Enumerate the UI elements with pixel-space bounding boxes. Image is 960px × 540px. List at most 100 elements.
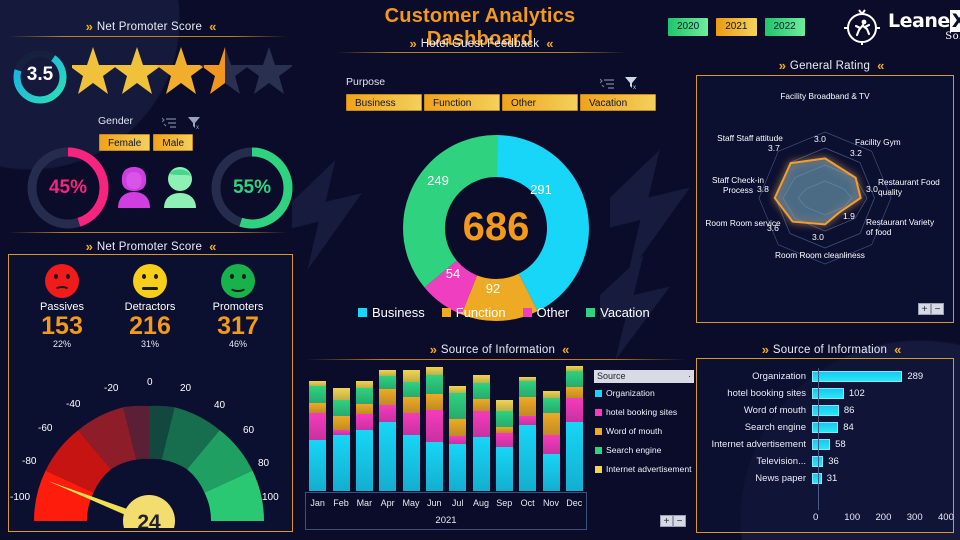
- bar[interactable]: [812, 439, 831, 450]
- stacked-bar-segment[interactable]: [309, 439, 327, 491]
- stacked-bar-segment[interactable]: [449, 435, 467, 445]
- stacked-bar-segment[interactable]: [332, 434, 350, 491]
- stacked-bar-segment[interactable]: [542, 412, 560, 435]
- stacked-bar-column[interactable]: [309, 380, 327, 491]
- stacked-bar-segment[interactable]: [402, 369, 420, 382]
- bar[interactable]: [812, 388, 844, 399]
- legend-item-other[interactable]: Other: [522, 305, 569, 320]
- stacked-bar-segment[interactable]: [332, 416, 350, 430]
- stacked-bar-segment[interactable]: [402, 381, 420, 397]
- stacked-bar-segment[interactable]: [542, 390, 560, 398]
- zoom-out-button[interactable]: −: [931, 303, 944, 315]
- stacked-bar-segment[interactable]: [472, 399, 490, 412]
- stacked-bar-segment[interactable]: [565, 370, 583, 387]
- stacked-bar-segment[interactable]: [309, 412, 327, 440]
- legend-item[interactable]: Internet advertisement: [595, 464, 695, 474]
- bar[interactable]: [812, 422, 839, 433]
- purpose-button-vacation[interactable]: Vacation: [580, 94, 656, 111]
- stacked-bar-segment[interactable]: [472, 374, 490, 384]
- legend-item-function[interactable]: Function: [441, 305, 506, 320]
- legend-item[interactable]: Search engine: [595, 445, 695, 455]
- stacked-bar-segment[interactable]: [355, 413, 373, 430]
- stacked-bar-segment[interactable]: [379, 375, 397, 390]
- year-filter[interactable]: 2020 2021 2022: [668, 18, 805, 36]
- stacked-bar-segment[interactable]: [379, 422, 397, 491]
- stacked-bar-segment[interactable]: [332, 400, 350, 417]
- stacked-bar-column[interactable]: [519, 377, 537, 491]
- stacked-bar-segment[interactable]: [332, 388, 350, 401]
- stacked-bar-column[interactable]: [332, 388, 350, 491]
- stacked-bar-column[interactable]: [449, 385, 467, 491]
- stacked-bar-segment[interactable]: [495, 400, 513, 412]
- stacked-bar-segment[interactable]: [542, 454, 560, 491]
- stacked-bar-segment[interactable]: [519, 416, 537, 425]
- purpose-button-business[interactable]: Business: [346, 94, 422, 111]
- stacked-bar-segment[interactable]: [355, 388, 373, 405]
- stacked-bar-column[interactable]: [472, 374, 490, 491]
- filter-list-icon[interactable]: [600, 78, 616, 90]
- stacked-bar-segment[interactable]: [495, 446, 513, 491]
- year-button-2021[interactable]: 2021: [716, 18, 757, 36]
- stacked-bar-segment[interactable]: [542, 434, 560, 455]
- stacked-bar-segment[interactable]: [519, 396, 537, 417]
- stacked-bar-segment[interactable]: [402, 434, 420, 491]
- horizontal-bar-row[interactable]: hotel booking sites 102: [700, 385, 950, 402]
- stacked-bar-segment[interactable]: [565, 397, 583, 423]
- horizontal-bar-row[interactable]: Television... 36: [700, 453, 950, 470]
- stacked-bar-column[interactable]: [565, 366, 583, 491]
- stacked-bar-segment[interactable]: [425, 394, 443, 411]
- funnel-clear-icon[interactable]: x: [625, 76, 639, 89]
- stacked-bar-segment[interactable]: [495, 411, 513, 428]
- legend-item-vacation[interactable]: Vacation: [586, 305, 650, 320]
- stacked-bar-segment[interactable]: [309, 385, 327, 403]
- stacked-bar-segment[interactable]: [472, 437, 490, 491]
- stacked-bar-segment[interactable]: [355, 429, 373, 491]
- stacked-bar-segment[interactable]: [355, 380, 373, 389]
- horizontal-bar-row[interactable]: Search engine 84: [700, 419, 950, 436]
- stacked-bar-column[interactable]: [425, 367, 443, 491]
- stacked-bar-segment[interactable]: [449, 418, 467, 436]
- stacked-bar-segment[interactable]: [449, 392, 467, 419]
- purpose-button-other[interactable]: Other: [502, 94, 578, 111]
- stacked-bar-segment[interactable]: [542, 397, 560, 413]
- legend-item[interactable]: hotel booking sites: [595, 407, 695, 417]
- legend-item[interactable]: Word of mouth: [595, 426, 695, 436]
- stacked-bar-segment[interactable]: [472, 383, 490, 400]
- gender-button-male[interactable]: Male: [153, 134, 194, 151]
- stacked-bar-segment[interactable]: [495, 433, 513, 447]
- stacked-bar-column[interactable]: [542, 390, 560, 491]
- stacked-bar-segment[interactable]: [425, 374, 443, 395]
- chevron-down-icon[interactable]: ·: [688, 370, 691, 383]
- horizontal-bar-row[interactable]: Internet advertisement 58: [700, 436, 950, 453]
- stacked-bar-segment[interactable]: [355, 404, 373, 414]
- funnel-clear-icon[interactable]: x: [188, 116, 202, 129]
- stacked-bar-column[interactable]: [402, 369, 420, 491]
- legend-item-business[interactable]: Business: [358, 305, 425, 320]
- purpose-button-function[interactable]: Function: [424, 94, 500, 111]
- stacked-bar-segment[interactable]: [379, 389, 397, 406]
- zoom-out-button[interactable]: −: [673, 515, 686, 527]
- bar[interactable]: [812, 473, 822, 484]
- stacked-bar-segment[interactable]: [425, 367, 443, 375]
- zoom-in-button[interactable]: +: [918, 303, 931, 315]
- bar[interactable]: [812, 405, 839, 416]
- stacked-bar-segment[interactable]: [519, 424, 537, 491]
- stacked-bar-column[interactable]: [379, 369, 397, 491]
- zoom-in-button[interactable]: +: [660, 515, 673, 527]
- stacked-bar-column[interactable]: [495, 400, 513, 491]
- stacked-bar-segment[interactable]: [402, 412, 420, 435]
- stacked-legend-title[interactable]: Source ·: [594, 370, 694, 383]
- horizontal-bar-row[interactable]: Word of mouth 86: [700, 402, 950, 419]
- stacked-bar-segment[interactable]: [565, 422, 583, 491]
- legend-item[interactable]: Organization: [595, 388, 695, 398]
- radar-zoom-controls[interactable]: + −: [918, 303, 944, 315]
- stacked-bar-segment[interactable]: [449, 444, 467, 491]
- stacked-zoom-controls[interactable]: + −: [660, 515, 686, 527]
- year-button-2022[interactable]: 2022: [764, 18, 805, 36]
- horizontal-bar-row[interactable]: Organization 289: [700, 368, 950, 385]
- stacked-bar-segment[interactable]: [309, 402, 327, 413]
- stacked-bar-segment[interactable]: [449, 385, 467, 393]
- stacked-bar-column[interactable]: [355, 380, 373, 491]
- stacked-bar-segment[interactable]: [519, 380, 537, 397]
- filter-list-icon[interactable]: [162, 117, 178, 129]
